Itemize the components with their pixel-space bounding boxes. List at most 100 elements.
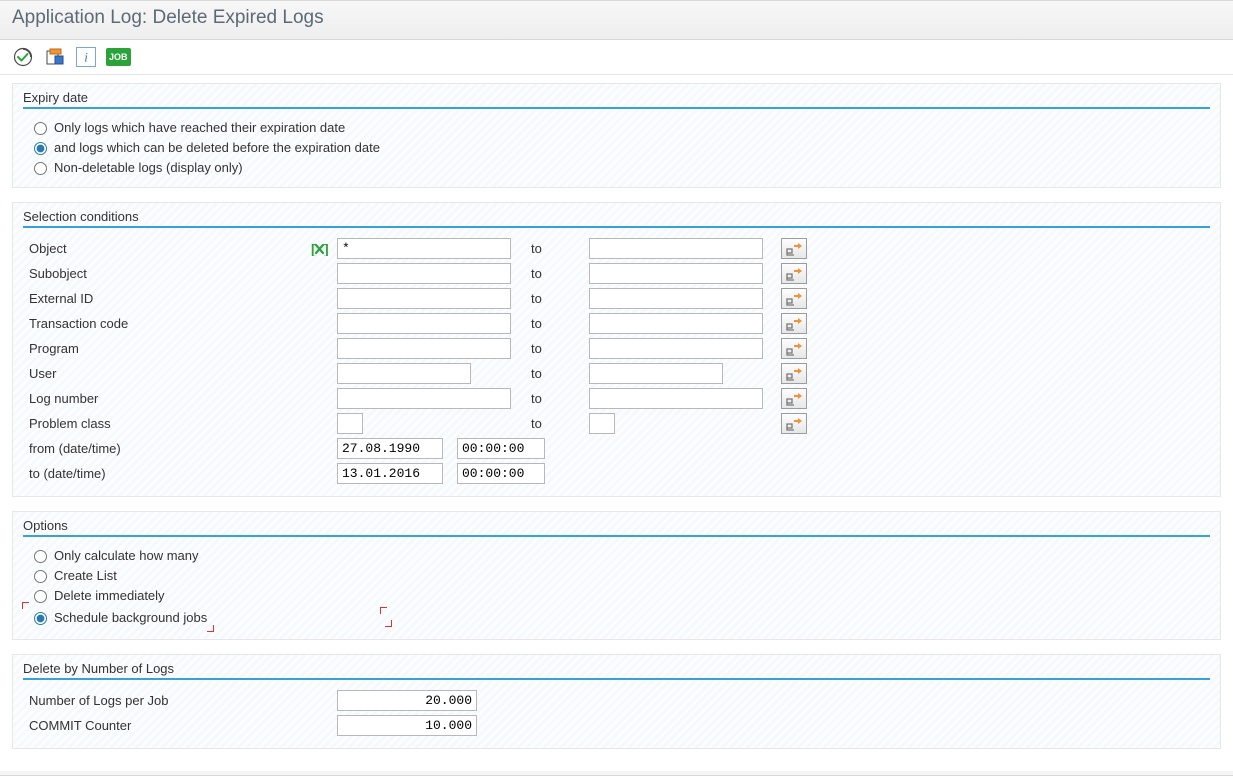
to-label: to	[511, 241, 589, 256]
job-button[interactable]: JOB	[106, 48, 131, 66]
multiple-selection-button[interactable]	[781, 363, 807, 384]
label-commit-counter: COMMIT Counter	[29, 718, 131, 733]
label-user: User	[29, 366, 56, 381]
group-selection-conditions: Selection conditions Object [ ]	[12, 202, 1221, 497]
to-date-input[interactable]	[337, 463, 443, 484]
program-from-input[interactable]	[337, 338, 511, 359]
row-program: Program to	[29, 336, 1210, 361]
user-from-input[interactable]	[337, 363, 471, 384]
page-title: Application Log: Delete Expired Logs	[12, 7, 324, 28]
radio-label: Only calculate how many	[54, 548, 199, 563]
exclude-icon[interactable]: [ ]	[311, 242, 329, 256]
group-options: Options Only calculate how many Create L…	[12, 511, 1221, 640]
row-subobject: Subobject to	[29, 261, 1210, 286]
radio-input[interactable]	[34, 122, 47, 135]
commit-counter-input[interactable]	[337, 715, 477, 736]
row-logs-per-job: Number of Logs per Job	[29, 688, 1210, 713]
row-problem-class: Problem class to	[29, 411, 1210, 436]
group-title-deleteby: Delete by Number of Logs	[23, 661, 1210, 680]
multiple-selection-button[interactable]	[781, 313, 807, 334]
probclass-from-input[interactable]	[337, 413, 363, 434]
multiple-selection-button[interactable]	[781, 338, 807, 359]
radio-label: Only logs which have reached their expir…	[54, 120, 345, 135]
multiple-selection-button[interactable]	[781, 288, 807, 309]
to-label: to	[511, 291, 589, 306]
tcode-from-input[interactable]	[337, 313, 511, 334]
info-icon[interactable]: i	[76, 47, 96, 67]
multiple-selection-button[interactable]	[781, 263, 807, 284]
radio-delete-immediately[interactable]: Delete immediately	[29, 585, 1210, 605]
label-tcode: Transaction code	[29, 316, 128, 331]
variant-icon[interactable]	[44, 46, 66, 68]
radio-label: Non-deletable logs (display only)	[54, 160, 243, 175]
label-lognumber: Log number	[29, 391, 98, 406]
radio-input[interactable]	[34, 612, 47, 625]
label-from-dt: from (date/time)	[29, 441, 121, 456]
radio-input[interactable]	[34, 590, 47, 603]
probclass-to-input[interactable]	[589, 413, 615, 434]
radio-label: Schedule background jobs	[54, 610, 207, 625]
radio-input[interactable]	[34, 550, 47, 563]
from-time-input[interactable]	[457, 438, 545, 459]
radio-input[interactable]	[34, 162, 47, 175]
from-date-input[interactable]	[337, 438, 443, 459]
radio-deletable-before[interactable]: and logs which can be deleted before the…	[29, 137, 1210, 157]
row-lognumber: Log number to	[29, 386, 1210, 411]
radio-create-list[interactable]: Create List	[29, 565, 1210, 585]
radio-calculate-only[interactable]: Only calculate how many	[29, 545, 1210, 565]
row-to-datetime: to (date/time)	[29, 461, 1210, 486]
group-title-options: Options	[23, 518, 1210, 537]
label-to-dt: to (date/time)	[29, 466, 106, 481]
radio-expired-only[interactable]: Only logs which have reached their expir…	[29, 117, 1210, 137]
group-title-expiry: Expiry date	[23, 90, 1210, 109]
to-label: to	[511, 391, 589, 406]
object-to-input[interactable]	[589, 238, 763, 259]
to-label: to	[511, 316, 589, 331]
label-program: Program	[29, 341, 79, 356]
program-to-input[interactable]	[589, 338, 763, 359]
externalid-to-input[interactable]	[589, 288, 763, 309]
tcode-to-input[interactable]	[589, 313, 763, 334]
to-label: to	[511, 366, 589, 381]
radio-input[interactable]	[34, 142, 47, 155]
svg-text:i: i	[84, 50, 88, 64]
focus-marker-icon	[383, 610, 389, 624]
subobject-to-input[interactable]	[589, 263, 763, 284]
row-external-id: External ID to	[29, 286, 1210, 311]
subobject-from-input[interactable]	[337, 263, 511, 284]
label-object: Object	[29, 241, 67, 256]
row-user: User to	[29, 361, 1210, 386]
group-expiry-date: Expiry date Only logs which have reached…	[12, 83, 1221, 188]
row-object: Object [ ] to	[29, 236, 1210, 261]
group-title-selection: Selection conditions	[23, 209, 1210, 228]
radio-label: Delete immediately	[54, 588, 165, 603]
toolbar: i JOB	[0, 40, 1233, 75]
user-to-input[interactable]	[589, 363, 723, 384]
to-label: to	[511, 341, 589, 356]
radio-nondeletable[interactable]: Non-deletable logs (display only)	[29, 157, 1210, 177]
row-commit-counter: COMMIT Counter	[29, 713, 1210, 738]
label-problem-class: Problem class	[29, 416, 111, 431]
label-logs-per-job: Number of Logs per Job	[29, 693, 168, 708]
multiple-selection-button[interactable]	[781, 238, 807, 259]
to-time-input[interactable]	[457, 463, 545, 484]
object-from-input[interactable]	[337, 238, 511, 259]
to-label: to	[511, 416, 589, 431]
externalid-from-input[interactable]	[337, 288, 511, 309]
row-from-datetime: from (date/time)	[29, 436, 1210, 461]
radio-label: and logs which can be deleted before the…	[54, 140, 380, 155]
lognum-from-input[interactable]	[337, 388, 511, 409]
lognum-to-input[interactable]	[589, 388, 763, 409]
to-label: to	[511, 266, 589, 281]
group-delete-by-number: Delete by Number of Logs Number of Logs …	[12, 654, 1221, 749]
radio-label: Create List	[54, 568, 117, 583]
label-subobject: Subobject	[29, 266, 87, 281]
row-tcode: Transaction code to	[29, 311, 1210, 336]
radio-schedule-background[interactable]: Schedule background jobs	[29, 607, 207, 627]
logs-per-job-input[interactable]	[337, 690, 477, 711]
multiple-selection-button[interactable]	[781, 388, 807, 409]
radio-input[interactable]	[34, 570, 47, 583]
title-bar: Application Log: Delete Expired Logs	[0, 1, 1233, 40]
execute-icon[interactable]	[12, 46, 34, 68]
multiple-selection-button[interactable]	[781, 413, 807, 434]
